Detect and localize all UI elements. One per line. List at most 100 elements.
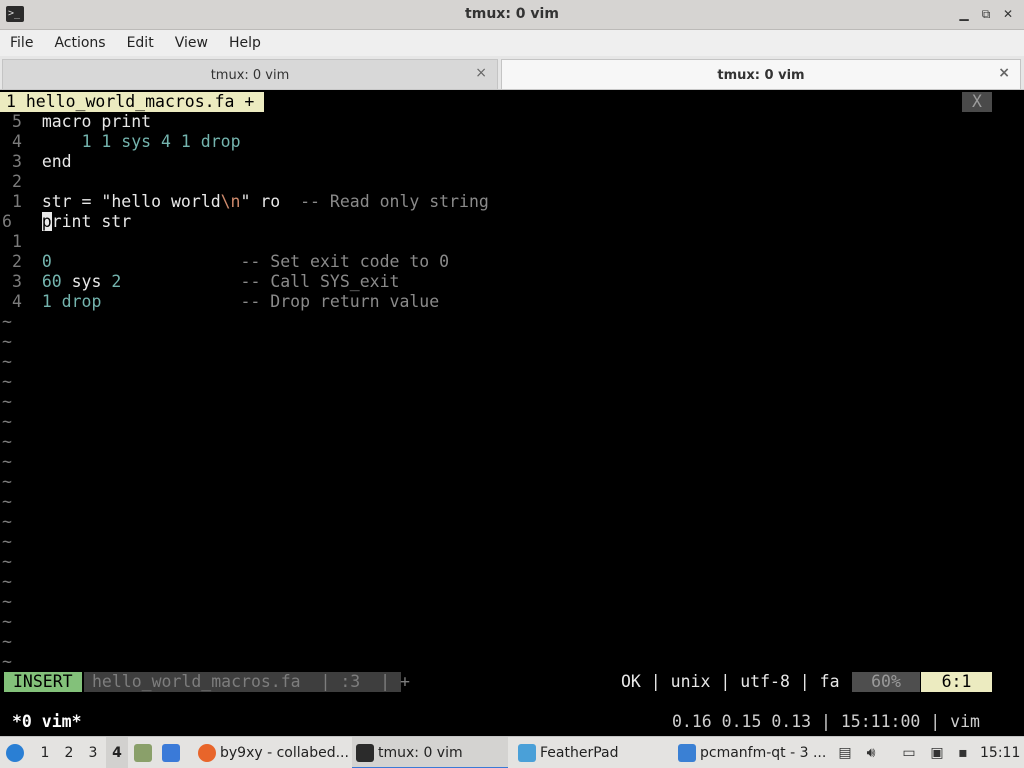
vim-line[interactable]: 1 [12, 232, 42, 252]
empty-line-tilde: ~ [2, 472, 12, 491]
code-token: " ro [240, 192, 301, 211]
task-pcmanfm[interactable]: pcmanfm-qt - 3 ... [674, 737, 830, 768]
code-token: -- Set exit code to 0 [240, 252, 450, 271]
vim-line[interactable]: 2 0 -- Set exit code to 0 [12, 252, 449, 272]
vim-tabline: 1 hello_world_macros.fa + X [0, 92, 1024, 112]
code-token: -- Drop return value [240, 292, 440, 311]
empty-line-tilde: ~ [2, 512, 12, 531]
code-token: -- Call SYS_exit [240, 272, 400, 291]
code-token: sys [61, 272, 112, 291]
tab-1[interactable]: tmux: 0 vim × [2, 59, 498, 89]
line-number: 5 [12, 112, 22, 131]
empty-line-tilde: ~ [2, 652, 12, 671]
network-icon[interactable]: ▣ [928, 744, 946, 762]
code-token: 2 [111, 272, 122, 291]
vim-line[interactable]: 3 60 sys 2 -- Call SYS_exit [12, 272, 399, 292]
tmux-status-right: 0.16 0.15 0.13 | 15:11:00 | vim [672, 712, 980, 731]
code-token: \n [220, 192, 241, 211]
code-token: str = "hello world [41, 192, 221, 211]
workspace-2[interactable]: 2 [58, 737, 80, 768]
code-token: -- Read only string [300, 192, 489, 211]
vim-status-position: 6:1 [921, 672, 992, 692]
tab-close-icon[interactable]: × [475, 65, 487, 81]
taskbar: 1 2 3 4 by9xy - collabed... tmux: 0 vim … [0, 736, 1024, 768]
task-label: FeatherPad [540, 745, 619, 761]
vim-tab-active[interactable]: 1 hello_world_macros.fa + [0, 92, 265, 112]
tab-2-active[interactable]: tmux: 0 vim × [501, 59, 1021, 89]
line-number: 4 [12, 292, 22, 311]
vim-statusline: INSERT hello_world_macros.fa | :3 | + OK… [0, 672, 1024, 692]
task-label: tmux: 0 vim [378, 745, 463, 761]
featherpad-icon [518, 744, 536, 762]
vim-line[interactable]: 4 1 drop -- Drop return value [12, 292, 439, 312]
window-titlebar: >_ tmux: 0 vim ▁ ⧉ ✕ [0, 0, 1024, 30]
notes-icon[interactable]: ▭ [900, 744, 918, 762]
task-label: pcmanfm-qt - 3 ... [700, 745, 827, 761]
empty-line-tilde: ~ [2, 312, 12, 331]
vim-tab-close-button[interactable]: X [962, 92, 992, 112]
empty-line-tilde: ~ [2, 432, 12, 451]
terminal-tray-icon[interactable]: ▪ [954, 744, 972, 762]
minimize-button[interactable]: ▁ [956, 6, 972, 22]
code-token: 0 [41, 252, 52, 271]
menu-file[interactable]: File [10, 35, 46, 51]
tab-close-icon[interactable]: × [998, 65, 1010, 81]
empty-line-tilde: ~ [2, 632, 12, 651]
firefox-icon [198, 744, 216, 762]
file-manager-launcher[interactable] [134, 737, 156, 768]
empty-line-tilde: ~ [2, 332, 12, 351]
tmux-statusline: *0 vim* 0.16 0.15 0.13 | 15:11:00 | vim [0, 712, 1024, 732]
start-menu-button[interactable] [6, 737, 28, 768]
line-number: 3 [12, 272, 22, 291]
show-desktop-button[interactable] [162, 737, 184, 768]
code-token: macro print [41, 112, 152, 131]
terminal-area[interactable]: 1 hello_world_macros.fa + X 5 macro prin… [0, 90, 1024, 735]
line-number: 2 [12, 252, 22, 271]
vim-line[interactable]: 4 1 1 sys 4 1 drop [12, 132, 241, 152]
task-firefox[interactable]: by9xy - collabed... [194, 737, 349, 768]
line-number: 3 [12, 152, 22, 171]
code-token: end [41, 152, 72, 171]
vim-mode-indicator: INSERT [4, 672, 82, 692]
task-featherpad[interactable]: FeatherPad [514, 737, 668, 768]
line-number: 4 [12, 132, 22, 151]
empty-line-tilde: ~ [2, 612, 12, 631]
vim-line[interactable]: 6 print str [2, 212, 131, 232]
menu-view[interactable]: View [175, 35, 221, 51]
desktop-icon [162, 744, 180, 762]
vim-line[interactable]: 3 end [12, 152, 72, 172]
menu-actions[interactable]: Actions [54, 35, 118, 51]
empty-line-tilde: ~ [2, 592, 12, 611]
vim-line[interactable]: 2 [12, 172, 42, 192]
code-token: 60 [41, 272, 62, 291]
maximize-button[interactable]: ⧉ [978, 6, 994, 22]
task-tmux[interactable]: tmux: 0 vim [352, 737, 508, 768]
line-number: 2 [12, 172, 22, 191]
vim-line[interactable]: 1 str = "hello world\n" ro -- Read only … [12, 192, 489, 212]
clipboard-icon[interactable]: ▤ [836, 744, 854, 762]
menu-bar: File Actions Edit View Help [0, 30, 1024, 56]
workspace-1[interactable]: 1 [34, 737, 56, 768]
code-token: 1 1 [81, 132, 112, 151]
terminal-icon [356, 744, 374, 762]
tmux-window-name[interactable]: *0 vim* [12, 712, 82, 732]
menu-help[interactable]: Help [229, 35, 274, 51]
workspace-4[interactable]: 4 [106, 737, 128, 768]
taskbar-clock[interactable]: 15:11 [980, 737, 1020, 768]
vim-line[interactable]: 5 macro print [12, 112, 151, 132]
empty-line-tilde: ~ [2, 452, 12, 471]
window-title: tmux: 0 vim [465, 6, 559, 22]
menu-edit[interactable]: Edit [127, 35, 167, 51]
code-token: 4 1 [161, 132, 191, 151]
empty-line-tilde: ~ [2, 392, 12, 411]
empty-line-tilde: ~ [2, 372, 12, 391]
start-menu-icon [6, 744, 24, 762]
workspace-3[interactable]: 3 [82, 737, 104, 768]
volume-icon[interactable]: 🔊︎ [862, 744, 880, 762]
folder-icon [678, 744, 696, 762]
close-window-button[interactable]: ✕ [1000, 6, 1016, 22]
line-number: 1 [12, 232, 22, 251]
